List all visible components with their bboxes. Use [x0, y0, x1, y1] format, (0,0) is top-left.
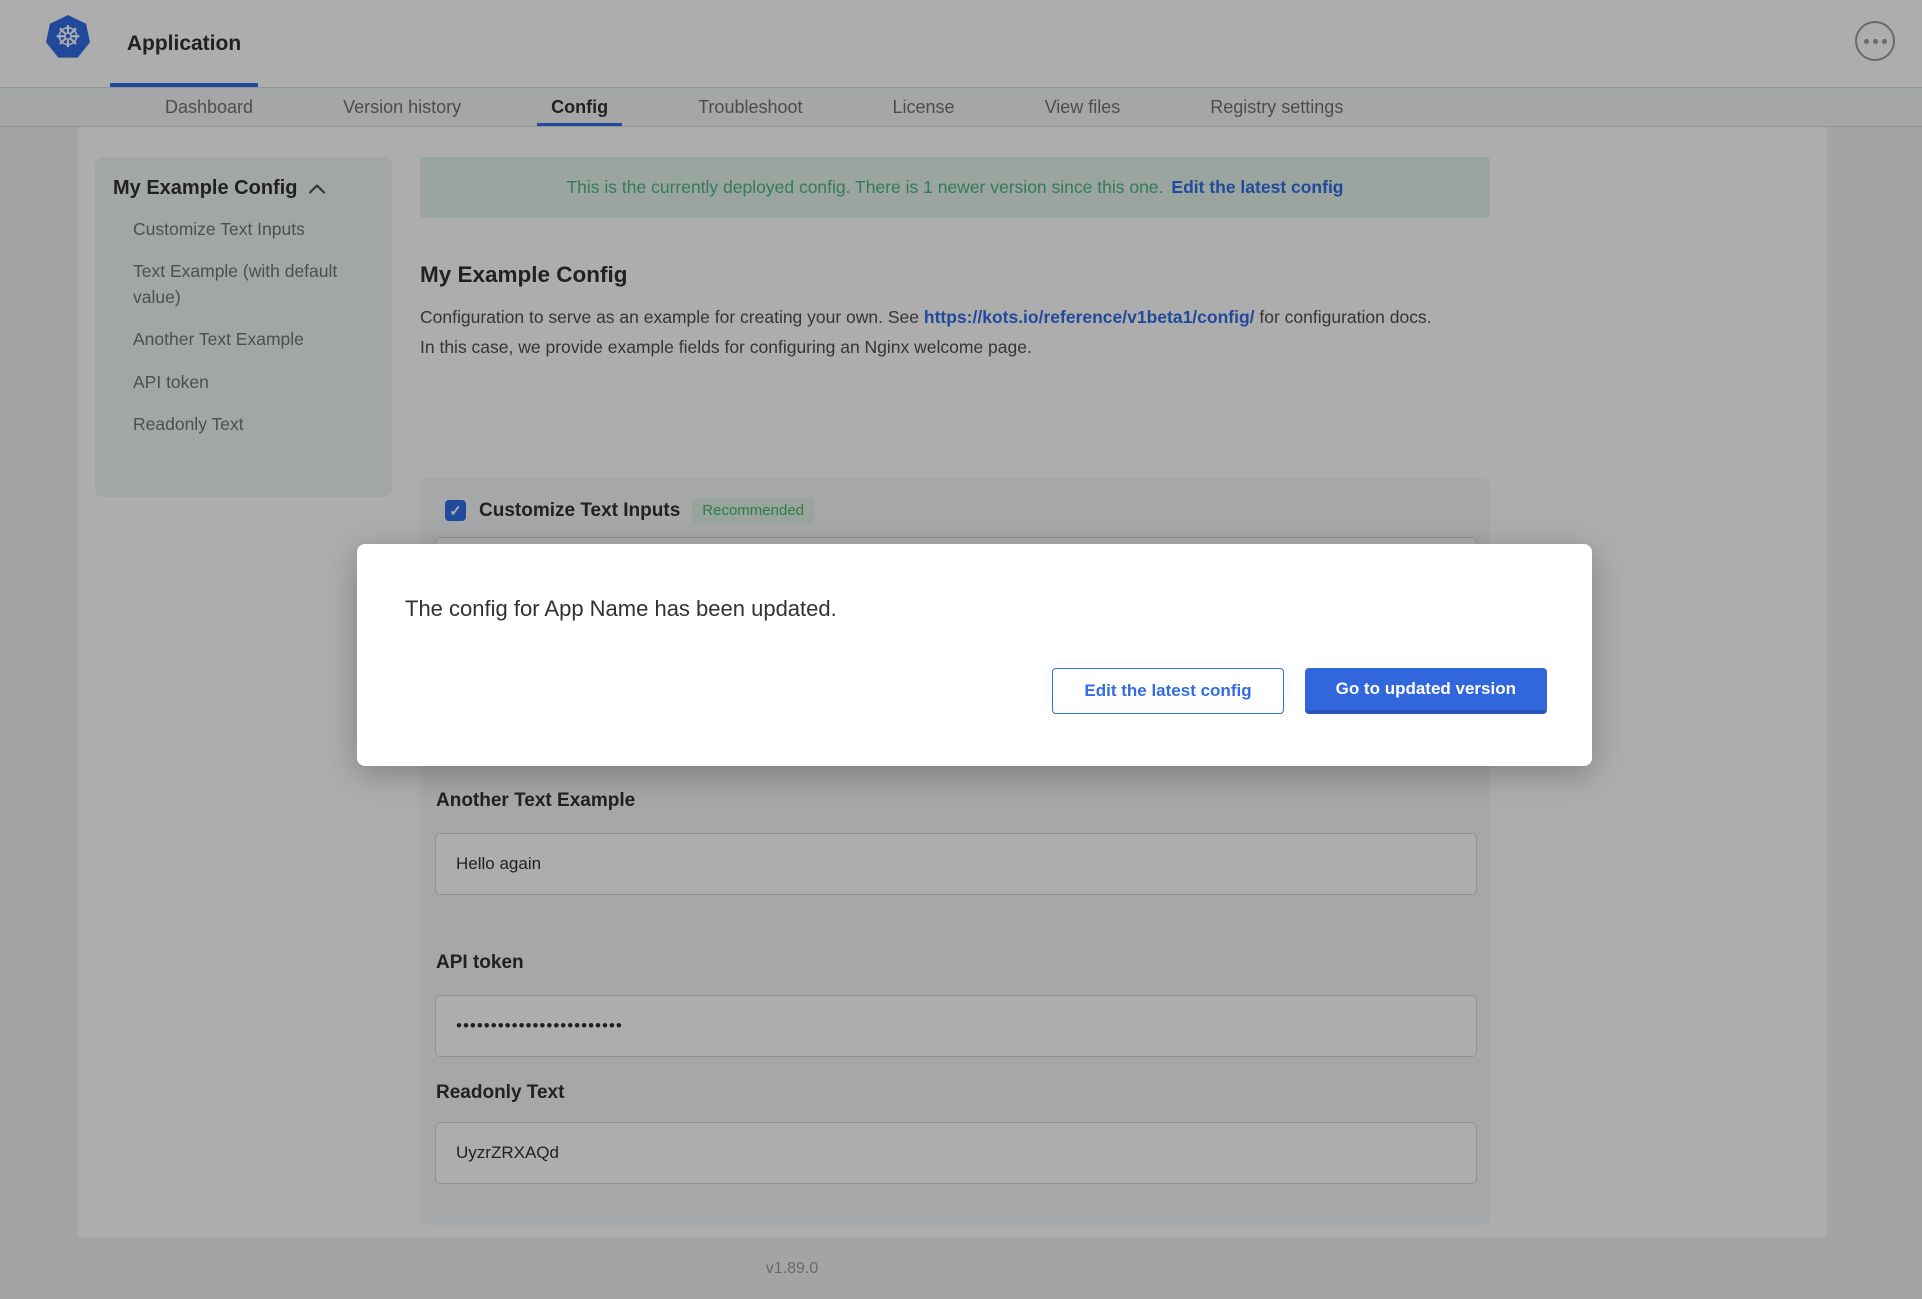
modal-message: The config for App Name has been updated…	[405, 596, 837, 621]
go-to-updated-version-button[interactable]: Go to updated version	[1304, 668, 1547, 714]
config-updated-modal: The config for App Name has been updated…	[357, 544, 1592, 766]
modal-button-row: Edit the latest config Go to updated ver…	[1052, 668, 1547, 714]
app-window: ☸ Application Dashboard Version history …	[0, 0, 1922, 1299]
edit-latest-config-button[interactable]: Edit the latest config	[1052, 668, 1284, 714]
